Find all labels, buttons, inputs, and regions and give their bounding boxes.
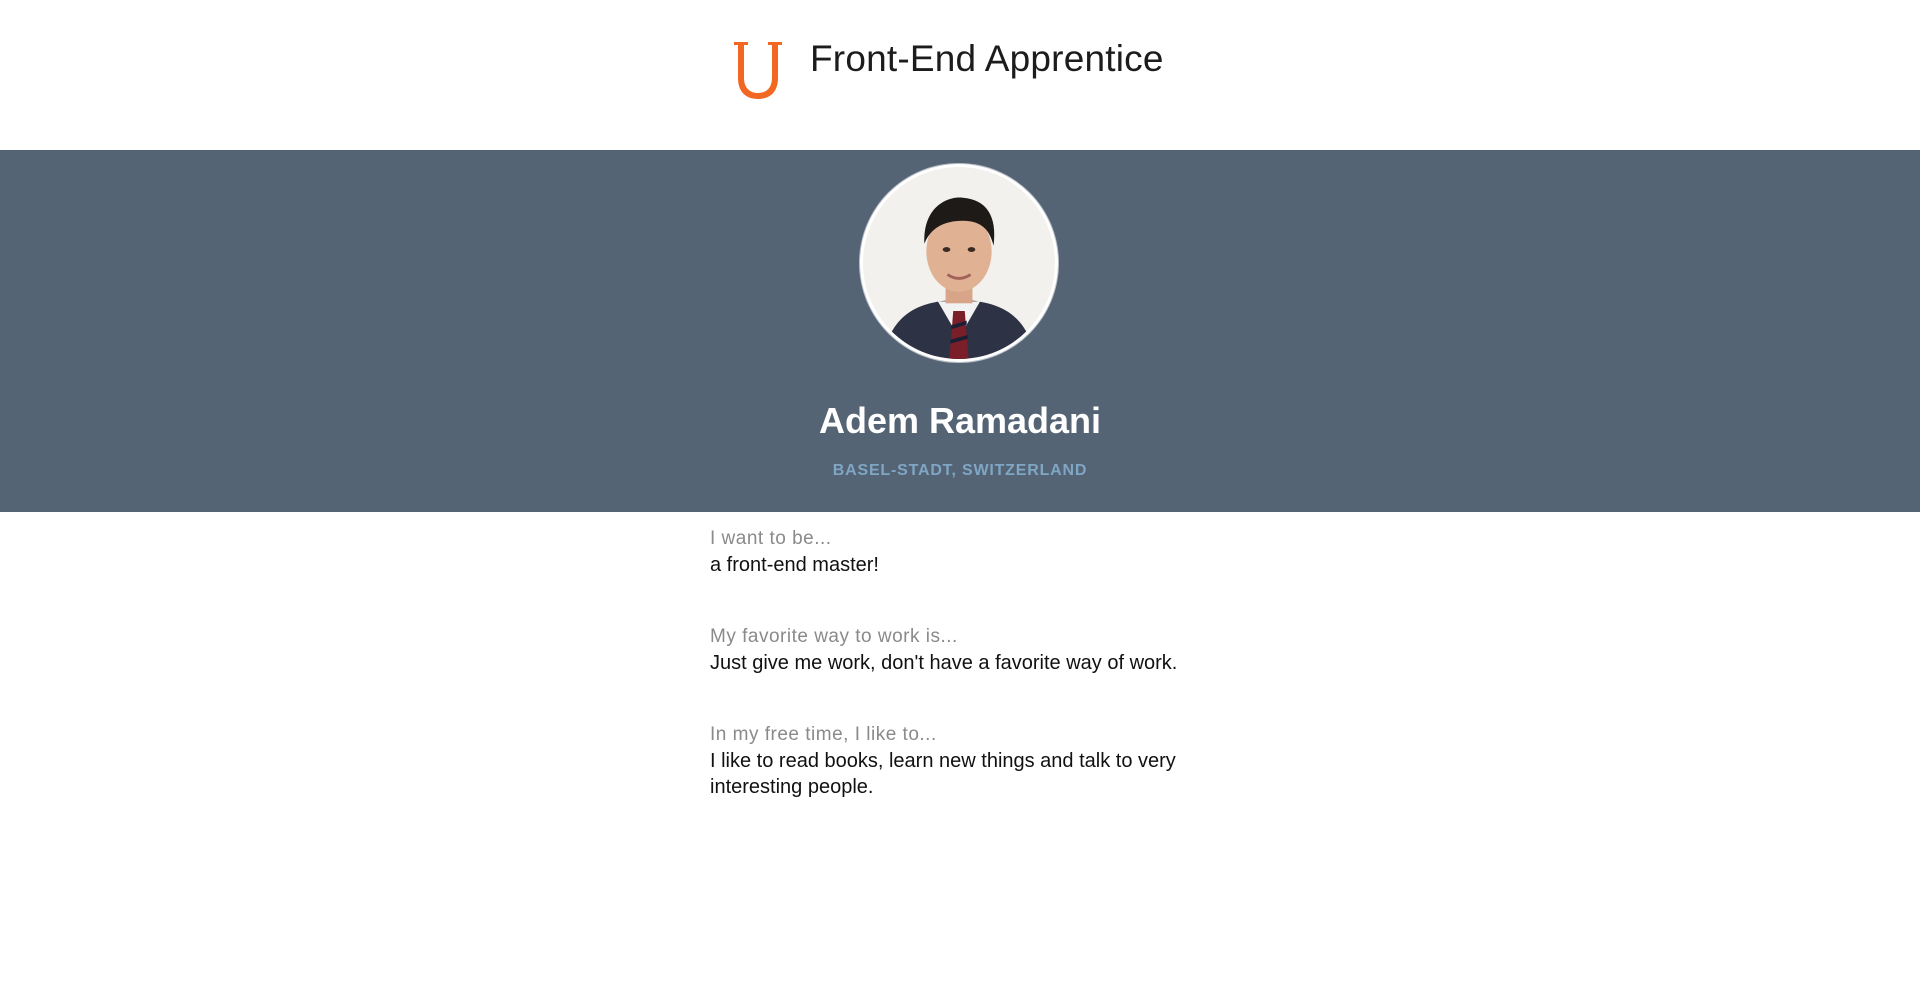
page-title: Front-End Apprentice — [810, 38, 1164, 79]
profile-location: BASEL-STADT, SWITZERLAND — [832, 462, 1088, 479]
profile-name: Adem Ramadani — [818, 400, 1102, 441]
logo[interactable] — [728, 36, 788, 100]
answer-item: My favorite way to work is... Just give … — [710, 624, 1210, 676]
answer-item: I want to be... a front-end master! — [710, 526, 1210, 578]
question-label: My favorite way to work is... — [710, 626, 958, 647]
answer-text: a front-end master! — [710, 554, 879, 576]
udacity-u-logo-icon — [734, 42, 782, 99]
page-header: Front-End Apprentice — [0, 0, 1920, 150]
question-label: I want to be... — [710, 528, 832, 549]
answer-text: Just give me work, don't have a favorite… — [710, 652, 1178, 674]
avatar — [860, 164, 1058, 362]
answer-item: In my free time, I like to... I like to … — [710, 722, 1210, 800]
answers-section: I want to be... a front-end master! My f… — [710, 526, 1210, 846]
profile-photo — [863, 167, 1055, 359]
question-label: In my free time, I like to... — [710, 724, 937, 745]
answer-text: I like to read books, learn new things a… — [710, 750, 1176, 798]
